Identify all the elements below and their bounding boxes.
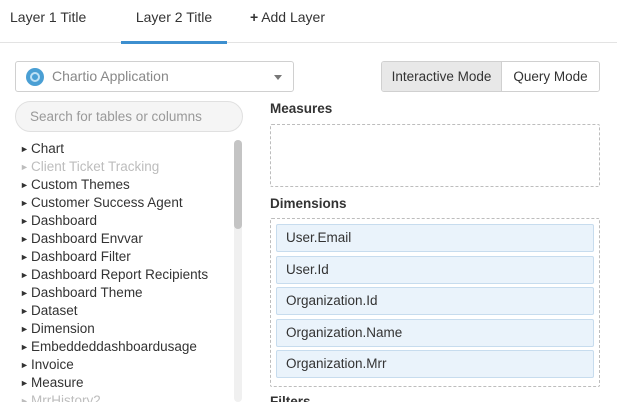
expand-triangle-icon: ►: [20, 216, 29, 226]
datasource-select[interactable]: Chartio Application: [15, 61, 294, 92]
active-tab-indicator: [121, 41, 227, 44]
search-input[interactable]: [15, 101, 243, 132]
dimension-pill-user-id[interactable]: User.Id: [276, 255, 594, 284]
scrollbar-thumb[interactable]: [234, 140, 242, 229]
expand-triangle-icon: ►: [20, 324, 29, 334]
table-item-dashboard-envvar[interactable]: ► Dashboard Envvar: [20, 230, 232, 248]
dimension-pill-user-email[interactable]: User.Email: [276, 224, 594, 252]
expand-triangle-icon: ►: [20, 342, 29, 352]
table-item-label: Invoice: [31, 357, 74, 372]
datasource-icon: [26, 68, 44, 86]
table-item-label: Embeddeddashboardusage: [31, 339, 197, 354]
expand-triangle-icon: ►: [20, 270, 29, 280]
expand-triangle-icon: ►: [20, 162, 29, 172]
table-item-custom-themes[interactable]: ► Custom Themes: [20, 176, 232, 194]
table-item-label: Customer Success Agent: [31, 195, 183, 210]
table-item-chart[interactable]: ► Chart: [20, 140, 232, 158]
table-item-mrrhistory2[interactable]: ► MrrHistory2: [20, 392, 232, 402]
dimensions-dropzone[interactable]: User.Email User.Id Organization.Id Organ…: [270, 218, 600, 387]
measures-heading: Measures: [270, 101, 333, 116]
expand-triangle-icon: ►: [20, 198, 29, 208]
dimension-pill-organization-name[interactable]: Organization.Name: [276, 318, 594, 347]
query-mode-button[interactable]: Query Mode: [502, 62, 599, 91]
dimension-pill-organization-mrr[interactable]: Organization.Mrr: [276, 350, 594, 378]
tab-layer-2-label: Layer 2 Title: [135, 9, 213, 25]
interactive-mode-button[interactable]: Interactive Mode: [382, 62, 502, 91]
measures-dropzone[interactable]: [270, 124, 600, 187]
tab-layer-2[interactable]: Layer 2 Title: [121, 0, 227, 44]
mode-toggle: Interactive Mode Query Mode: [381, 61, 600, 92]
table-item-invoice[interactable]: ► Invoice: [20, 356, 232, 374]
dimensions-heading: Dimensions: [270, 196, 347, 211]
table-item-label: Dashboard: [31, 213, 98, 228]
filters-heading: Filters: [270, 394, 311, 402]
expand-triangle-icon: ►: [20, 306, 29, 316]
expand-triangle-icon: ►: [20, 144, 29, 154]
table-item-dimension[interactable]: ► Dimension: [20, 320, 232, 338]
expand-triangle-icon: ►: [20, 288, 29, 298]
expand-triangle-icon: ►: [20, 378, 29, 388]
table-item-dashboard-theme[interactable]: ► Dashboard Theme: [20, 284, 232, 302]
expand-triangle-icon: ►: [20, 252, 29, 262]
table-item-dashboard[interactable]: ► Dashboard: [20, 212, 232, 230]
table-item-dashboard-filter[interactable]: ► Dashboard Filter: [20, 248, 232, 266]
expand-triangle-icon: ►: [20, 180, 29, 190]
table-item-embeddeddashboardusage[interactable]: ► Embeddeddashboardusage: [20, 338, 232, 356]
plus-icon: +: [250, 9, 259, 25]
table-list: ► Chart ► Client Ticket Tracking ► Custom T…: [20, 140, 232, 402]
table-item-label: Dashboard Filter: [31, 249, 131, 264]
table-item-client-ticket-tracking[interactable]: ► Client Ticket Tracking: [20, 158, 232, 176]
table-item-dataset[interactable]: ► Dataset: [20, 302, 232, 320]
table-item-label: MrrHistory2: [31, 393, 101, 402]
table-item-label: Measure: [31, 375, 84, 390]
table-item-dashboard-report-recipients[interactable]: ► Dashboard Report Recipients: [20, 266, 232, 284]
table-item-label: Chart: [31, 141, 65, 156]
table-item-label: Dashboard Theme: [31, 285, 143, 300]
table-list-scrollbar[interactable]: [234, 140, 242, 402]
table-item-customer-success-agent[interactable]: ► Customer Success Agent: [20, 194, 232, 212]
tab-layer-1-label: Layer 1 Title: [10, 9, 87, 25]
table-item-label: Client Ticket Tracking: [31, 159, 160, 174]
chevron-down-icon: [274, 75, 282, 80]
expand-triangle-icon: ►: [20, 396, 29, 402]
layer-tabs: Layer 1 Title Layer 2 Title + Add Layer: [0, 0, 617, 44]
tab-layer-1[interactable]: Layer 1 Title: [10, 0, 86, 43]
datasource-label: Chartio Application: [52, 68, 169, 84]
add-layer-label: Add Layer: [261, 9, 326, 25]
dimension-pill-organization-id[interactable]: Organization.Id: [276, 287, 594, 315]
table-item-label: Custom Themes: [31, 177, 130, 192]
table-item-measure[interactable]: ► Measure: [20, 374, 232, 392]
table-item-label: Dimension: [31, 321, 95, 336]
table-item-label: Dataset: [31, 303, 78, 318]
expand-triangle-icon: ►: [20, 234, 29, 244]
expand-triangle-icon: ►: [20, 360, 29, 370]
table-item-label: Dashboard Report Recipients: [31, 267, 209, 282]
add-layer-button[interactable]: + Add Layer: [250, 0, 325, 43]
table-item-label: Dashboard Envvar: [31, 231, 143, 246]
